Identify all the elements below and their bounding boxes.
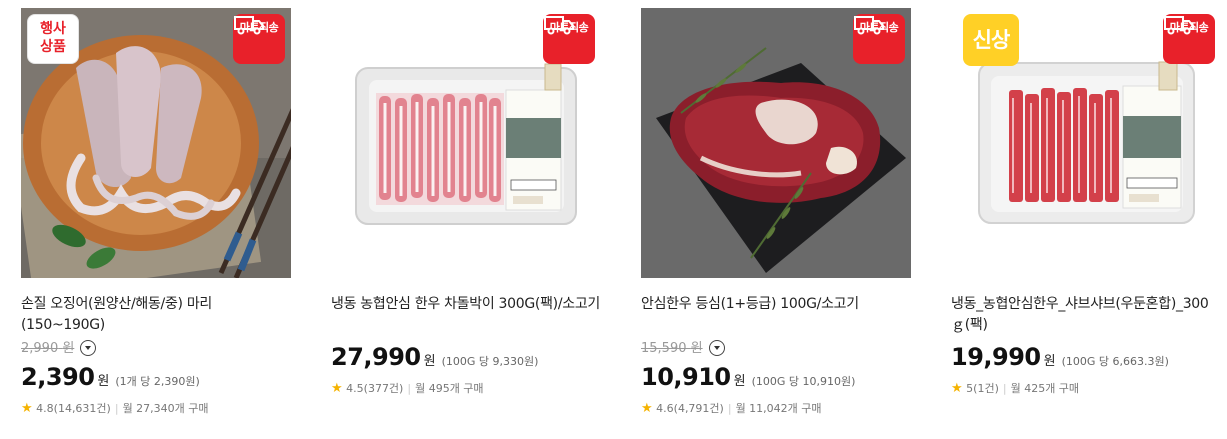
rating-row: ★ 5(1건) | 월 425개 구매	[951, 380, 1222, 398]
product-name[interactable]: 손질 오징어(원양산/해동/중) 마리 (150~190G)	[21, 294, 292, 336]
original-price: 2,990 원	[21, 338, 292, 360]
monthly-sales: 월 425개 구매	[1010, 382, 1080, 395]
divider: |	[727, 402, 732, 415]
star-icon: ★	[21, 401, 33, 416]
sale-price: 27,990	[331, 343, 421, 371]
price-row: 19,990 원 (100G 당 6,663.3원)	[951, 340, 1222, 374]
truck-icon	[1164, 16, 1194, 35]
product-image[interactable]: 마트직송	[331, 8, 601, 278]
product-card[interactable]: 마트직송 냉동 농협안심 한우 차돌박이 300G(팩)/소고기 27,990 원…	[331, 8, 602, 398]
event-badge-line1: 행사	[40, 21, 66, 37]
unit-price: (1개 당 2,390원)	[115, 375, 200, 388]
price-row: 27,990 원 (100G 당 9,330원)	[331, 340, 602, 374]
mart-delivery-badge: 마트직송	[853, 14, 905, 64]
unit-price: (100G 당 6,663.3원)	[1061, 355, 1169, 368]
unit-price: (100G 당 10,910원)	[751, 375, 856, 388]
monthly-sales: 월 495개 구매	[415, 382, 484, 395]
sale-price: 10,910	[641, 363, 731, 391]
original-price-won: 원	[690, 341, 703, 356]
product-image[interactable]: 행사 상품 마트직송	[21, 8, 291, 278]
product-card[interactable]: 행사 상품 마트직송 손질 오징어(원양산/해동/중) 마리 (150~190G…	[21, 8, 292, 418]
chevron-down-icon[interactable]	[80, 339, 97, 356]
price-won: 원	[97, 374, 110, 389]
truck-icon	[854, 16, 884, 35]
rating-row: ★ 4.8(14,631건) | 월 27,340개 구매	[21, 400, 292, 418]
original-price-value: 2,990	[21, 341, 59, 356]
rating-text: 4.6(4,791건)	[656, 402, 724, 415]
rating-text: 4.8(14,631건)	[36, 402, 111, 415]
sale-price: 19,990	[951, 343, 1041, 371]
monthly-sales: 월 11,042개 구매	[735, 402, 822, 415]
product-card[interactable]: 마트직송 안심한우 등심(1+등급) 100G/소고기 15,590 원 10,…	[641, 8, 912, 418]
mart-delivery-badge: 마트직송	[233, 14, 285, 64]
rating-row: ★ 4.5(377건) | 월 495개 구매	[331, 380, 602, 398]
product-card[interactable]: 신상 마트직송 냉동_농협안심한우_샤브샤브(우둔혼합)_300ｇ(팩) 19,…	[951, 8, 1222, 398]
chevron-down-icon[interactable]	[708, 339, 725, 356]
price-won: 원	[423, 354, 436, 369]
divider: |	[114, 402, 119, 415]
monthly-sales: 월 27,340개 구매	[122, 402, 209, 415]
event-badge: 행사 상품	[27, 14, 79, 64]
price-row: 2,390 원 (1개 당 2,390원)	[21, 360, 292, 394]
unit-price: (100G 당 9,330원)	[441, 355, 539, 368]
star-icon: ★	[641, 401, 653, 416]
product-grid: 행사 상품 마트직송 손질 오징어(원양산/해동/중) 마리 (150~190G…	[0, 0, 1227, 439]
truck-icon	[544, 16, 574, 35]
product-name[interactable]: 안심한우 등심(1+등급) 100G/소고기	[641, 294, 912, 336]
price-row: 10,910 원 (100G 당 10,910원)	[641, 360, 912, 394]
price-won: 원	[733, 374, 746, 389]
star-icon: ★	[951, 381, 963, 396]
divider: |	[1002, 382, 1007, 395]
rating-text: 4.5(377건)	[346, 382, 404, 395]
divider: |	[407, 382, 412, 395]
product-name[interactable]: 냉동_농협안심한우_샤브샤브(우둔혼합)_300ｇ(팩)	[951, 294, 1222, 336]
original-price-won: 원	[62, 341, 75, 356]
rating-text: 5(1건)	[966, 382, 999, 395]
star-icon: ★	[331, 381, 343, 396]
original-price: 15,590 원	[641, 338, 912, 360]
product-image[interactable]: 신상 마트직송	[951, 8, 1221, 278]
sale-price: 2,390	[21, 363, 95, 391]
mart-delivery-badge: 마트직송	[543, 14, 595, 64]
new-badge: 신상	[963, 14, 1019, 66]
original-price-value: 15,590	[641, 341, 687, 356]
product-name[interactable]: 냉동 농협안심 한우 차돌박이 300G(팩)/소고기	[331, 294, 602, 336]
product-image[interactable]: 마트직송	[641, 8, 911, 278]
price-won: 원	[1043, 354, 1056, 369]
rating-row: ★ 4.6(4,791건) | 월 11,042개 구매	[641, 400, 912, 418]
mart-delivery-badge: 마트직송	[1163, 14, 1215, 64]
truck-icon	[234, 16, 264, 35]
event-badge-line2: 상품	[40, 39, 66, 55]
